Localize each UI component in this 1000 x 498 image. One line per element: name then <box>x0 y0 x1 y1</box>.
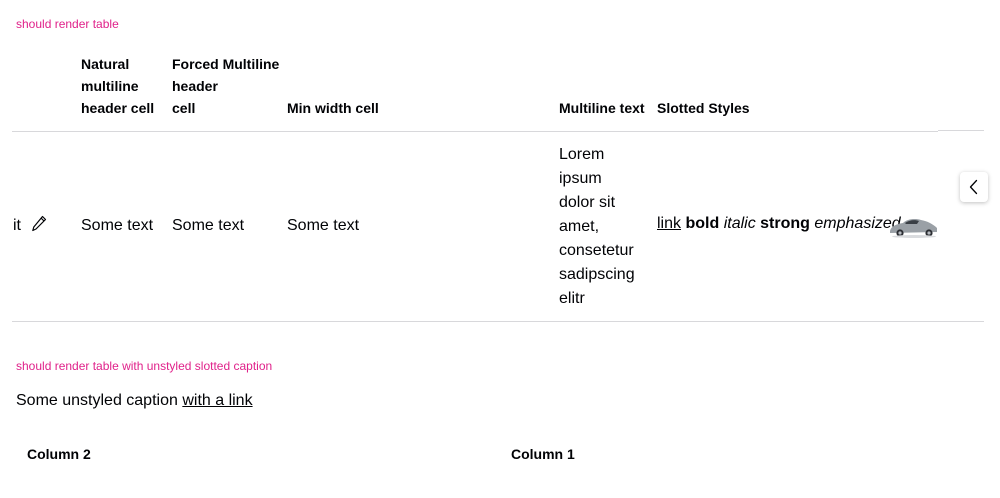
header-natural-multiline[interactable]: Natural multiline header cell <box>81 53 154 119</box>
cell-min-width: Some text <box>287 217 360 234</box>
first-cell-text: it <box>13 217 21 234</box>
cell-slotted-styles: link bold italic strong emphasized <box>657 215 901 233</box>
cell-natural: Some text <box>81 217 154 234</box>
header-min-width[interactable]: Min width cell <box>287 97 379 119</box>
caption-link[interactable]: with a link <box>182 392 252 409</box>
scroll-prev-button[interactable] <box>960 172 988 202</box>
divider <box>938 130 984 131</box>
slotted-bold: bold <box>685 215 720 232</box>
header-column-1[interactable]: Column 1 <box>511 446 575 462</box>
table-row: it Some text Some text Some text Lorem i… <box>12 131 938 322</box>
pencil-icon[interactable] <box>31 215 47 233</box>
slotted-link[interactable]: link <box>657 215 681 232</box>
table-header-row: Natural multiline header cell Forced Mul… <box>12 0 938 132</box>
header-forced-multiline[interactable]: Forced Multiline header cell <box>172 53 279 119</box>
slotted-italic: italic <box>723 215 756 232</box>
scroll-fade <box>938 131 984 321</box>
table-caption: Some unstyled caption with a link <box>16 392 253 409</box>
cell-forced: Some text <box>172 217 245 234</box>
header-multiline-text[interactable]: Multiline text <box>559 97 645 119</box>
header-column-2[interactable]: Column 2 <box>27 446 91 462</box>
test-label: should render table with unstyled slotte… <box>16 359 273 373</box>
divider <box>938 321 984 322</box>
slotted-strong: strong <box>760 215 810 232</box>
car-image <box>890 219 937 238</box>
chevron-left-icon <box>969 179 978 195</box>
header-slotted-styles[interactable]: Slotted Styles <box>657 97 750 119</box>
cell-multiline-text: Lorem ipsum dolor sit amet, consetetur s… <box>559 146 635 307</box>
